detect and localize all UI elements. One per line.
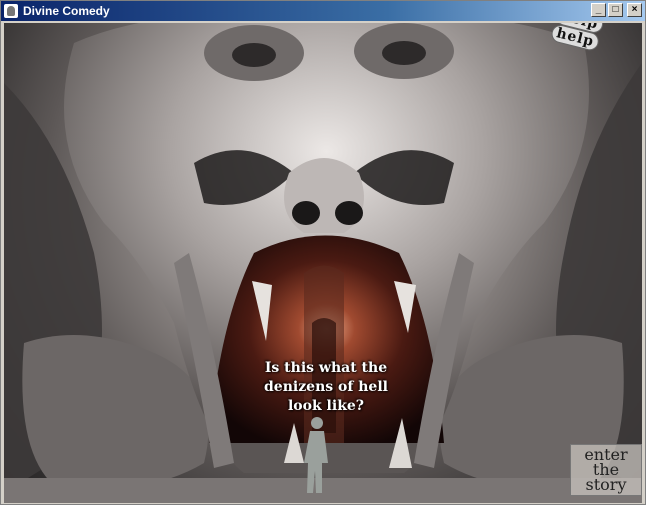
enter-the-story-button[interactable]: enter the story: [570, 444, 642, 496]
window-title: Divine Comedy: [23, 4, 110, 18]
scene-caption: Is this what the denizens of hell look l…: [264, 360, 388, 414]
minimize-button[interactable]: _: [591, 3, 606, 17]
caption-buttons: _ □ ×: [591, 3, 642, 17]
gargoyle-illustration: [4, 23, 642, 503]
maximize-button[interactable]: □: [608, 3, 623, 17]
title-bar[interactable]: Divine Comedy _ □ ×: [1, 1, 645, 21]
story-label: story: [585, 475, 627, 494]
close-button[interactable]: ×: [627, 3, 642, 17]
app-icon: [4, 4, 18, 18]
app-window: Divine Comedy _ □ × help Is this what th…: [0, 0, 646, 505]
gargoyle-scene: helphelp Is this what the denizens of he…: [4, 23, 642, 503]
